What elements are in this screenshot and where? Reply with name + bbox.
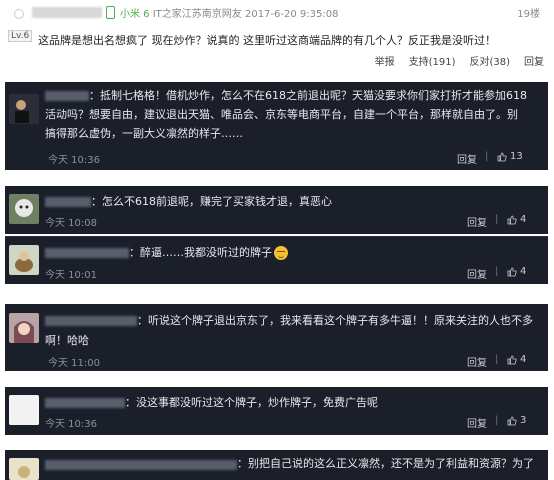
- comment-text: 活动吗？想要自由，建议退出天猫、唯品会、京东等电商平台，自建一个平台，那样就自由…: [45, 108, 518, 121]
- comment-text: ：怎么不618前退呢，赚完了买家钱才退，真恶心: [91, 195, 332, 208]
- post-meta: 小米 6 IT之家江苏南京网友 2017-6-20 9:35:08: [120, 5, 338, 20]
- level-badge: Lv.6: [8, 30, 33, 42]
- post-location-time: IT之家江苏南京网友 2017-6-20 9:35:08: [152, 9, 339, 20]
- like-count: 3: [520, 415, 527, 426]
- comment-text: ：没这事都没听过这个牌子，炒作牌子，免费广告呢: [125, 396, 378, 409]
- like-button[interactable]: 13: [497, 151, 523, 162]
- avatar-placeholder: [14, 9, 24, 19]
- like-count: 13: [510, 151, 523, 162]
- avatar: [9, 245, 39, 275]
- comment-time: 今天 11:00: [48, 358, 100, 369]
- comment-text: ：听说这个牌子退出京东了，我来看看这个牌子有多牛逼！！原来关注的人也不多: [137, 314, 533, 327]
- support-button[interactable]: 支持(191): [409, 53, 456, 68]
- thumb-up-icon: [497, 152, 507, 161]
- separator: |: [495, 214, 499, 225]
- separator: |: [495, 415, 499, 426]
- avatar: [9, 194, 39, 224]
- like-button[interactable]: 4: [507, 214, 526, 225]
- blurred-username: [45, 248, 129, 258]
- comment-text: ：醉逼……我都没听过的牌子: [129, 243, 288, 262]
- comment-text: 搞得那么虚伪，一副大义凛然的样子……: [45, 127, 243, 140]
- reply-button[interactable]: 回复: [467, 354, 487, 369]
- blurred-username: [45, 316, 137, 326]
- blurred-username: [45, 460, 237, 470]
- separator: |: [495, 266, 499, 277]
- thumb-up-icon: [507, 355, 517, 364]
- floor-number: 19楼: [517, 9, 540, 20]
- comment-text: ：别把自己说的这么正义凛然，还不是为了利益和资源？为了: [237, 457, 534, 470]
- avatar-image: [9, 458, 39, 480]
- thumb-up-icon: [507, 267, 517, 276]
- top-post: 小米 6 IT之家江苏南京网友 2017-6-20 9:35:08 19楼 Lv…: [0, 0, 554, 72]
- blurred-username: [45, 398, 125, 408]
- blurred-username: [45, 197, 91, 207]
- reply-button[interactable]: 回复: [457, 151, 477, 166]
- avatar: [9, 458, 39, 480]
- comment-text: 啊！哈哈: [45, 334, 89, 347]
- like-count: 4: [520, 214, 527, 225]
- avatar: [9, 395, 39, 425]
- comment-time: 今天 10:08: [45, 218, 97, 229]
- avatar-image: [9, 194, 39, 224]
- avatar: [9, 94, 39, 124]
- comment-text: ：抵制七格格！借机炒作，怎么不在618之前退出呢？天猫没要求你们家打折才能参加6…: [89, 89, 527, 102]
- avatar: [9, 313, 39, 343]
- embarrassed-emoji-icon: [274, 246, 288, 260]
- comment-card: ：别把自己说的这么正义凛然，还不是为了利益和资源？为了: [5, 450, 548, 480]
- avatar-image: [9, 94, 39, 124]
- separator: |: [485, 151, 489, 162]
- avatar-image: [9, 245, 39, 275]
- reply-button[interactable]: 回复: [467, 415, 487, 430]
- comment-time: 今天 10:36: [45, 419, 97, 430]
- like-count: 4: [520, 266, 527, 277]
- device-name: 小米 6: [120, 9, 150, 20]
- comment-time: 今天 10:01: [45, 270, 97, 281]
- comment-time: 今天 10:36: [48, 155, 100, 166]
- divider: [5, 236, 548, 237]
- comment-card: ：抵制七格格！借机炒作，怎么不在618之前退出呢？天猫没要求你们家打折才能参加6…: [5, 82, 548, 170]
- thumb-up-icon: [507, 215, 517, 224]
- avatar-image: [9, 395, 39, 425]
- like-button[interactable]: 4: [507, 266, 526, 277]
- post-meta-row: 小米 6 IT之家江苏南京网友 2017-6-20 9:35:08 19楼: [8, 3, 546, 23]
- avatar-image: [9, 313, 39, 343]
- reply-button[interactable]: 回复: [467, 214, 487, 229]
- thumb-up-icon: [507, 416, 517, 425]
- like-count: 4: [520, 354, 527, 365]
- post-actions: 举报 支持(191) 反对(38) 回复: [375, 53, 544, 68]
- comment-card: ：醉逼……我都没听过的牌子 今天 10:01 回复 | 4: [5, 236, 548, 284]
- report-button[interactable]: 举报: [375, 53, 395, 68]
- phone-icon: [106, 6, 115, 19]
- blurred-username: [45, 91, 89, 101]
- like-button[interactable]: 3: [507, 415, 526, 426]
- separator: |: [495, 354, 499, 365]
- blurred-username: [32, 7, 102, 18]
- reply-button[interactable]: 回复: [467, 266, 487, 281]
- post-content: 这品牌是想出名想疯了 现在炒作？说真的 这里听过这商端品牌的有几个人？反正我是没…: [38, 34, 496, 47]
- reply-button[interactable]: 回复: [524, 53, 544, 68]
- comment-card: ：没这事都没听过这个牌子，炒作牌子，免费广告呢 今天 10:36 回复 | 3: [5, 387, 548, 435]
- oppose-button[interactable]: 反对(38): [469, 53, 510, 68]
- comment-card: ：怎么不618前退呢，赚完了买家钱才退，真恶心 今天 10:08 回复 | 4: [5, 186, 548, 234]
- comment-text-line: ：醉逼……我都没听过的牌子: [129, 246, 272, 259]
- comment-card: ：听说这个牌子退出京东了，我来看看这个牌子有多牛逼！！原来关注的人也不多 啊！哈…: [5, 304, 548, 371]
- like-button[interactable]: 4: [507, 354, 526, 365]
